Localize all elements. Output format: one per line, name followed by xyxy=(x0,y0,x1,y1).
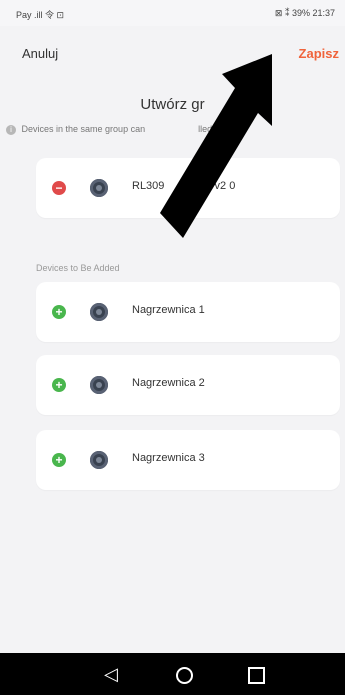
back-icon[interactable]: ◁ xyxy=(104,665,118,683)
status-battery-time: ⊠ ⁑ 39% 21:37 xyxy=(274,8,335,18)
info-icon: i xyxy=(6,124,16,135)
group-note-tail: lled togethe xyxy=(198,124,245,134)
device-name: Nagrzewnica 3 xyxy=(132,452,205,464)
recents-icon[interactable] xyxy=(248,667,265,684)
device-name-tail: v2 0 xyxy=(214,180,236,192)
device-name: Nagrzewnica 1 xyxy=(132,304,205,316)
group-note-text: Devices in the same group can xyxy=(21,124,146,134)
device-name: RL309 v2 0 xyxy=(132,180,235,192)
add-device-icon[interactable]: + xyxy=(52,453,66,467)
device-name: Nagrzewnica 2 xyxy=(132,377,205,389)
add-device-icon[interactable]: + xyxy=(52,305,66,319)
group-note: i Devices in the same group can lled tog… xyxy=(6,124,345,135)
add-device-card: + Nagrzewnica 1 xyxy=(36,282,340,342)
page-title: Utwórz gr xyxy=(140,96,205,113)
device-name-main: RL309 xyxy=(132,180,165,192)
add-device-card: + Nagrzewnica 3 xyxy=(36,430,340,490)
status-bar: Pay .ill 令 ⊡ ⊠ ⁑ 39% 21:37 xyxy=(0,0,345,26)
status-signal-info: Pay .ill 令 ⊡ xyxy=(16,10,65,20)
save-button[interactable]: Zapisz xyxy=(299,46,339,61)
add-device-card: + Nagrzewnica 2 xyxy=(36,355,340,415)
remove-device-icon[interactable]: − xyxy=(52,181,66,195)
cancel-button[interactable]: Anuluj xyxy=(22,46,58,61)
group-device-card: − RL309 v2 0 xyxy=(36,158,340,218)
android-navigation-bar: ◁ xyxy=(0,653,345,695)
devices-to-add-label: Devices to Be Added xyxy=(36,263,120,273)
device-icon xyxy=(90,451,108,469)
device-icon xyxy=(90,179,108,197)
device-icon xyxy=(90,376,108,394)
add-device-icon[interactable]: + xyxy=(52,378,66,392)
home-icon[interactable] xyxy=(176,667,193,684)
device-icon xyxy=(90,303,108,321)
